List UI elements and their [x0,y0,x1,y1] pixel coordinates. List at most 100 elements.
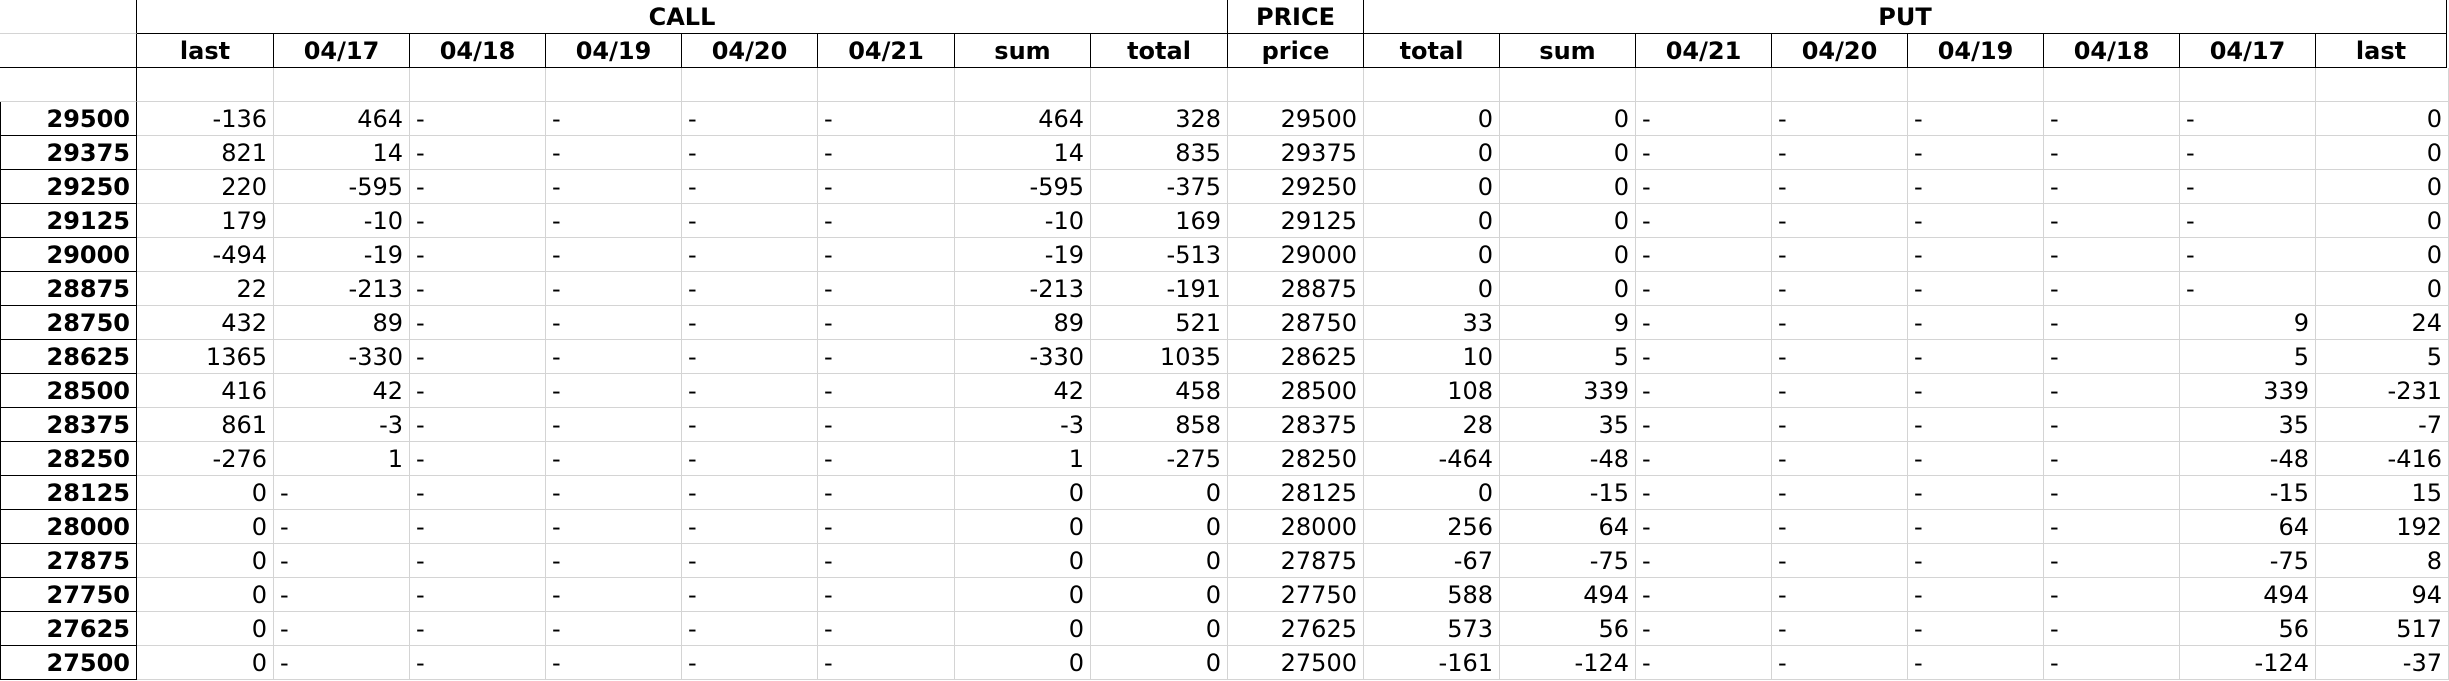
put-cell[interactable]: - [1908,170,2044,204]
put-cell[interactable]: - [2044,442,2180,476]
call-cell[interactable]: -10 [955,204,1091,238]
put-cell[interactable]: - [1636,102,1772,136]
spacer-cell[interactable] [546,68,682,102]
call-cell[interactable]: - [818,612,955,646]
call-cell[interactable]: 0 [1091,612,1228,646]
strike-cell[interactable]: 29375 [0,136,137,170]
price-cell[interactable]: 27750 [1228,578,1364,612]
put-cell[interactable]: -464 [1364,442,1500,476]
put-cell[interactable]: - [1772,510,1908,544]
put-cell[interactable]: - [2180,170,2316,204]
call-cell[interactable]: - [274,476,410,510]
put-cell[interactable]: - [2044,272,2180,306]
call-cell[interactable]: 89 [274,306,410,340]
put-col-header[interactable]: 04/19 [1908,34,2044,68]
call-cell[interactable]: 835 [1091,136,1228,170]
call-cell[interactable]: 0 [955,510,1091,544]
call-cell[interactable]: - [546,476,682,510]
call-cell[interactable]: - [682,476,818,510]
call-cell[interactable]: 169 [1091,204,1228,238]
strike-cell[interactable]: 28875 [0,272,137,306]
put-cell[interactable]: - [1636,374,1772,408]
put-cell[interactable]: - [1636,306,1772,340]
put-cell[interactable]: 64 [1500,510,1636,544]
put-cell[interactable]: - [2044,136,2180,170]
call-cell[interactable]: 1035 [1091,340,1228,374]
price-cell[interactable]: 29250 [1228,170,1364,204]
put-cell[interactable]: -231 [2316,374,2449,408]
call-cell[interactable]: - [410,612,546,646]
call-cell[interactable]: - [818,408,955,442]
put-cell[interactable]: - [1772,170,1908,204]
call-cell[interactable]: - [546,646,682,680]
call-cell[interactable]: - [274,510,410,544]
call-cell[interactable]: 432 [137,306,274,340]
strike-cell[interactable]: 28250 [0,442,137,476]
put-cell[interactable]: - [1636,442,1772,476]
call-cell[interactable]: - [818,204,955,238]
strike-cell[interactable]: 29000 [0,238,137,272]
spacer-cell[interactable] [1908,68,2044,102]
call-cell[interactable]: - [682,170,818,204]
put-cell[interactable]: - [1908,374,2044,408]
put-cell[interactable]: - [2044,646,2180,680]
put-cell[interactable]: -161 [1364,646,1500,680]
call-cell[interactable]: - [818,510,955,544]
call-cell[interactable]: - [546,204,682,238]
call-cell[interactable]: - [682,646,818,680]
call-cell[interactable]: - [410,306,546,340]
put-cell[interactable]: - [1908,272,2044,306]
put-cell[interactable]: -75 [1500,544,1636,578]
call-cell[interactable]: - [546,374,682,408]
put-cell[interactable]: - [2044,476,2180,510]
call-cell[interactable]: - [546,136,682,170]
call-cell[interactable]: - [410,510,546,544]
put-cell[interactable]: - [1772,408,1908,442]
call-cell[interactable]: - [546,578,682,612]
put-cell[interactable]: - [1772,374,1908,408]
price-cell[interactable]: 28375 [1228,408,1364,442]
put-cell[interactable]: - [1772,238,1908,272]
call-cell[interactable]: 0 [955,476,1091,510]
strike-cell[interactable]: 29125 [0,204,137,238]
put-cell[interactable]: - [2044,204,2180,238]
put-cell[interactable]: - [1772,476,1908,510]
price-cell[interactable]: 27875 [1228,544,1364,578]
call-cell[interactable]: - [274,612,410,646]
put-col-header[interactable]: 04/18 [2044,34,2180,68]
price-group-header[interactable]: PRICE [1228,0,1364,34]
strike-cell[interactable]: 27625 [0,612,137,646]
call-cell[interactable]: - [410,340,546,374]
put-cell[interactable]: 0 [2316,170,2449,204]
call-cell[interactable]: 1 [955,442,1091,476]
call-cell[interactable]: -3 [274,408,410,442]
put-cell[interactable]: - [2044,306,2180,340]
call-cell[interactable]: 458 [1091,374,1228,408]
put-cell[interactable]: 0 [1364,272,1500,306]
put-cell[interactable]: - [1908,544,2044,578]
put-cell[interactable]: 339 [1500,374,1636,408]
strike-cell[interactable]: 28125 [0,476,137,510]
price-cell[interactable]: 29500 [1228,102,1364,136]
strike-cell[interactable]: 29500 [0,102,137,136]
put-cell[interactable]: - [1636,170,1772,204]
call-cell[interactable]: - [546,544,682,578]
put-cell[interactable]: - [1772,646,1908,680]
call-cell[interactable]: - [410,544,546,578]
put-cell[interactable]: 0 [1500,238,1636,272]
put-cell[interactable]: 108 [1364,374,1500,408]
call-cell[interactable]: - [682,136,818,170]
call-cell[interactable]: 22 [137,272,274,306]
put-cell[interactable]: - [1908,136,2044,170]
call-cell[interactable]: - [274,544,410,578]
call-cell[interactable]: - [818,646,955,680]
put-cell[interactable]: 0 [2316,238,2449,272]
header-blank-cell[interactable] [0,34,137,68]
put-cell[interactable]: - [1772,442,1908,476]
put-cell[interactable]: - [1772,272,1908,306]
price-col-header[interactable]: price [1228,34,1364,68]
put-cell[interactable]: 0 [1500,170,1636,204]
call-cell[interactable]: - [546,170,682,204]
put-cell[interactable]: 494 [1500,578,1636,612]
call-cell[interactable]: 0 [1091,646,1228,680]
